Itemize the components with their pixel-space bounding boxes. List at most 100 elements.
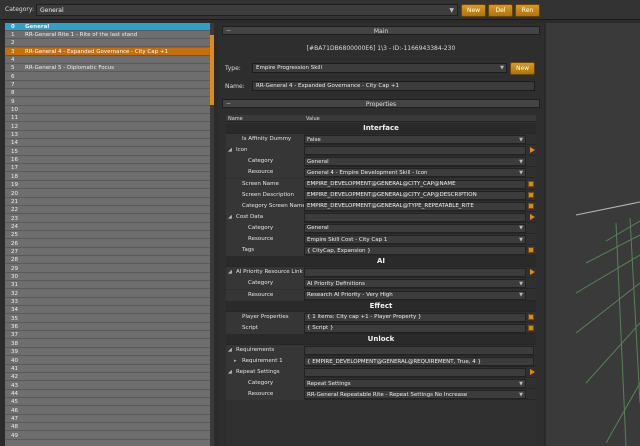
list-item[interactable]: 17: [5, 165, 210, 173]
list-item[interactable]: 35: [5, 315, 210, 323]
list-item[interactable]: 34: [5, 307, 210, 315]
property-row[interactable]: Is Affinity Dummy False ▼: [226, 134, 536, 146]
list-item[interactable]: 39: [5, 349, 210, 357]
main-section-header[interactable]: − Main: [222, 26, 540, 35]
property-row[interactable]: Category AI Priority Definitions ▼: [226, 278, 536, 290]
list-item[interactable]: 4: [5, 56, 210, 64]
expand-toggle-icon[interactable]: ◢: [228, 147, 232, 153]
navigate-arrow-icon[interactable]: [530, 213, 535, 220]
property-row[interactable]: ◢ AI Priority Resource Link: [226, 267, 536, 279]
preview-viewport[interactable]: [546, 23, 640, 446]
list-item[interactable]: 13: [5, 132, 210, 140]
list-item[interactable]: 20: [5, 190, 210, 198]
property-value-field[interactable]: [304, 268, 526, 278]
list-item[interactable]: 46: [5, 407, 210, 415]
property-value-field[interactable]: { 1 items: City cap +1 - Player Property…: [304, 312, 526, 322]
edit-button[interactable]: [528, 247, 534, 254]
list-item[interactable]: 22: [5, 207, 210, 215]
list-item[interactable]: 37: [5, 332, 210, 340]
list-item[interactable]: 10: [5, 107, 210, 114]
property-value-field[interactable]: { Script }: [304, 323, 526, 333]
list-item[interactable]: 28: [5, 257, 210, 265]
list-item[interactable]: 12: [5, 123, 210, 131]
edit-button[interactable]: [528, 191, 534, 198]
property-row[interactable]: ▸ Requirement 1 { EMPIRE_DEVELOPMENT@GENER…: [226, 356, 536, 368]
property-row[interactable]: Resource RR-General Repeatable Rite - Rep…: [226, 389, 536, 401]
property-value-field[interactable]: EMPIRE_DEVELOPMENT@GENERAL@CITY_CAP@DESC…: [304, 190, 526, 200]
property-row[interactable]: Screen Name EMPIRE_DEVELOPMENT@GENERAL@CI…: [226, 178, 536, 190]
list-item[interactable]: 38: [5, 340, 210, 348]
property-row[interactable]: ◢ Icon: [226, 145, 536, 157]
property-row[interactable]: Category General ▼: [226, 156, 536, 168]
delete-button[interactable]: Del: [488, 4, 513, 17]
list-item[interactable]: 24: [5, 223, 210, 231]
property-value-field[interactable]: Empire Skill Cost - City Cap 1 ▼: [304, 235, 526, 244]
list-item[interactable]: 29: [5, 265, 210, 273]
list-item[interactable]: 16: [5, 157, 210, 165]
property-value-field[interactable]: General ▼: [304, 157, 526, 167]
property-row[interactable]: Category Repeat Settings ▼: [226, 378, 536, 390]
property-row[interactable]: ◢ Requirements: [226, 345, 536, 356]
expand-toggle-icon[interactable]: ▸: [234, 358, 237, 364]
list-item[interactable]: 19: [5, 182, 210, 190]
property-row[interactable]: Category General ▼: [226, 222, 536, 234]
property-row[interactable]: Screen Description EMPIRE_DEVELOPMENT@GEN…: [226, 189, 536, 201]
property-row[interactable]: ◢ Repeat Settings: [226, 367, 536, 379]
list-item[interactable]: 36: [5, 324, 210, 332]
list-item[interactable]: 5 RR-General 5 - Diplomatic Focus: [5, 65, 210, 73]
list-item[interactable]: 23: [5, 215, 210, 223]
rename-button[interactable]: Ren: [515, 4, 540, 17]
property-value-field[interactable]: [304, 346, 534, 355]
list-item[interactable]: 18: [5, 173, 210, 181]
expand-toggle-icon[interactable]: ◢: [228, 347, 232, 353]
edit-button[interactable]: [528, 202, 534, 209]
list-item[interactable]: 15: [5, 148, 210, 156]
list-item[interactable]: 7: [5, 81, 210, 89]
scrollbar-thumb[interactable]: [210, 35, 214, 105]
property-value-field[interactable]: Repeat Settings ▼: [304, 379, 526, 389]
list-item[interactable]: 21: [5, 198, 210, 206]
property-row[interactable]: ◢ Cost Data: [226, 211, 536, 223]
list-header-row[interactable]: 0 General: [5, 23, 210, 31]
list-item-selected[interactable]: 3 RR-General 4 - Expanded Governance - Ci…: [5, 48, 210, 56]
list-item[interactable]: 9: [5, 98, 210, 106]
property-value-field[interactable]: Research AI Priority - Very High ▼: [304, 290, 526, 300]
list-item[interactable]: 43: [5, 382, 210, 390]
property-value-field[interactable]: [304, 212, 526, 222]
list-scrollbar[interactable]: [210, 23, 214, 446]
list-item[interactable]: 6: [5, 73, 210, 81]
navigate-arrow-icon[interactable]: [530, 147, 535, 154]
property-value-field[interactable]: AI Priority Definitions ▼: [304, 279, 526, 289]
list-item[interactable]: 47: [5, 415, 210, 423]
property-value-field[interactable]: RR-General Repeatable Rite - Repeat Sett…: [304, 390, 526, 400]
navigate-arrow-icon[interactable]: [530, 269, 535, 276]
navigate-arrow-icon[interactable]: [530, 369, 535, 376]
list-item[interactable]: 1 RR-General Rite 1 - Rite of the last st…: [5, 31, 210, 39]
property-row[interactable]: Resource Research AI Priority - Very High…: [226, 289, 536, 301]
property-value-field[interactable]: EMPIRE_DEVELOPMENT@GENERAL@TYPE_REPEATAB…: [304, 201, 526, 211]
property-row[interactable]: Category Screen Name EMPIRE_DEVELOPMENT@G…: [226, 200, 536, 212]
list-item[interactable]: 33: [5, 299, 210, 307]
expand-toggle-icon[interactable]: ◢: [228, 369, 232, 375]
list-item[interactable]: 30: [5, 274, 210, 281]
list-item[interactable]: 11: [5, 115, 210, 123]
name-field[interactable]: RR-General 4 - Expanded Governance - Cit…: [252, 81, 535, 91]
property-row[interactable]: Script { Script }: [226, 322, 536, 334]
edit-button[interactable]: [528, 313, 534, 320]
list-item[interactable]: 2: [5, 40, 210, 48]
property-value-field[interactable]: General 4 - Empire Development Skill - I…: [304, 168, 526, 178]
list-item[interactable]: 14: [5, 140, 210, 148]
list-item[interactable]: 41: [5, 365, 210, 373]
list-item[interactable]: 44: [5, 390, 210, 398]
property-row[interactable]: Resource Empire Skill Cost - City Cap 1 ▼: [226, 234, 536, 245]
edit-button[interactable]: [528, 324, 534, 331]
new-button[interactable]: New: [461, 4, 486, 17]
property-value-field[interactable]: { CityCap, Expansion }: [304, 246, 526, 256]
expand-toggle-icon[interactable]: ◢: [228, 269, 232, 275]
list-item[interactable]: 49: [5, 432, 210, 440]
list-item[interactable]: 32: [5, 290, 210, 298]
type-new-button[interactable]: New: [510, 62, 535, 75]
list-item[interactable]: 26: [5, 240, 210, 248]
list-item[interactable]: 40: [5, 357, 210, 365]
edit-button[interactable]: [528, 180, 534, 187]
